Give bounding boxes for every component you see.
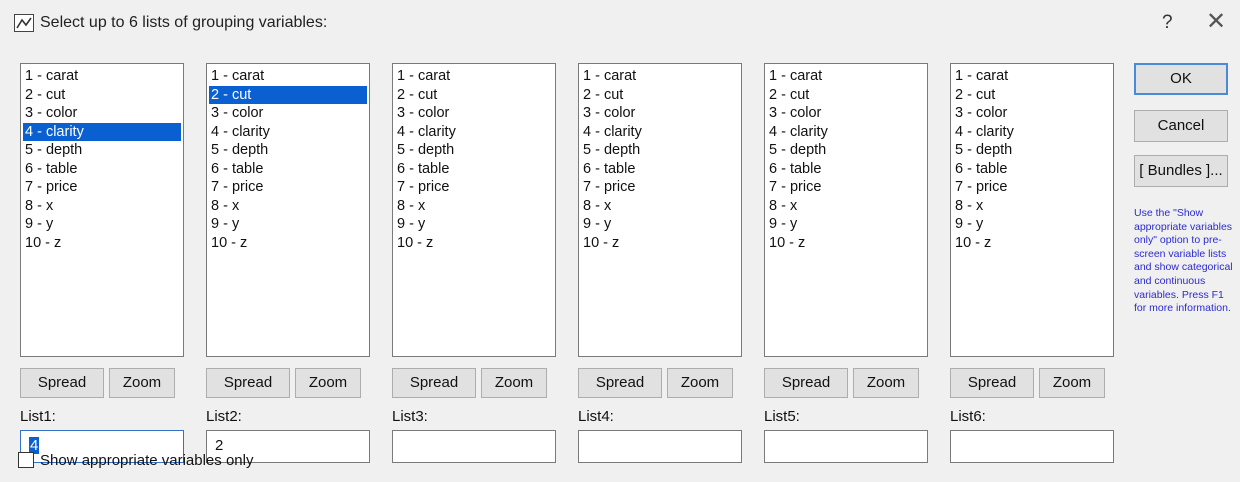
list-label-6: List6: [950,408,986,425]
zoom-button[interactable]: Zoom [481,368,547,398]
list-item[interactable]: 6 - table [23,160,181,179]
zoom-button[interactable]: Zoom [109,368,175,398]
spread-button[interactable]: Spread [206,368,290,398]
list-item[interactable]: 9 - y [209,215,367,234]
list-input-4[interactable] [578,430,742,463]
show-appropriate-label[interactable]: Show appropriate variables only [40,452,253,469]
list-item[interactable]: 9 - y [395,215,553,234]
list-item[interactable]: 6 - table [953,160,1111,179]
list-input-3[interactable] [392,430,556,463]
list-input-5[interactable] [764,430,928,463]
title-bar: Select up to 6 lists of grouping variabl… [0,0,1240,44]
chart-icon [14,14,34,32]
list-input-6[interactable] [950,430,1114,463]
list-item[interactable]: 10 - z [23,234,181,253]
list-item[interactable]: 5 - depth [209,141,367,160]
variable-listbox-4[interactable]: 1 - carat 2 - cut 3 - color 4 - clarity 5 - … [578,63,742,357]
zoom-button[interactable]: Zoom [667,368,733,398]
variable-listbox-1[interactable]: 1 - carat 2 - cut 3 - color 4 - clarity 5 - … [20,63,184,357]
variable-listbox-2[interactable]: 1 - carat 2 - cut 3 - color 4 - clarity 5 - … [206,63,370,357]
list-item[interactable]: 9 - y [581,215,739,234]
list-item[interactable]: 2 - cut [395,86,553,105]
zoom-button[interactable]: Zoom [853,368,919,398]
list-item[interactable]: 3 - color [209,104,367,123]
list-label-3: List3: [392,408,428,425]
cancel-button[interactable]: Cancel [1134,110,1228,142]
list-item[interactable]: 2 - cut [209,85,367,104]
list-item[interactable]: 5 - depth [581,141,739,160]
list-item[interactable]: 10 - z [953,234,1111,253]
list-item[interactable]: 1 - carat [953,67,1111,86]
list-item[interactable]: 3 - color [23,104,181,123]
list-item[interactable]: 8 - x [23,197,181,216]
list-item[interactable]: 3 - color [581,104,739,123]
help-note: Use the "Show appropriate variables only… [1134,207,1233,315]
list-item[interactable]: 7 - price [23,178,181,197]
close-icon[interactable]: ✕ [1206,10,1226,34]
list-item[interactable]: 5 - depth [23,141,181,160]
list-item[interactable]: 10 - z [395,234,553,253]
variable-listbox-6[interactable]: 1 - carat 2 - cut 3 - color 4 - clarity 5 - … [950,63,1114,357]
list-item[interactable]: 4 - clarity [767,123,925,142]
spread-button[interactable]: Spread [20,368,104,398]
list-item[interactable]: 9 - y [23,215,181,234]
list-item[interactable]: 1 - carat [395,67,553,86]
list-item[interactable]: 2 - cut [23,86,181,105]
zoom-button[interactable]: Zoom [1039,368,1105,398]
list-item[interactable]: 4 - clarity [395,123,553,142]
list-item[interactable]: 10 - z [209,234,367,253]
list-label-4: List4: [578,408,614,425]
list-item[interactable]: 3 - color [395,104,553,123]
bundles-button[interactable]: [ Bundles ]... [1134,155,1228,187]
list-item[interactable]: 5 - depth [953,141,1111,160]
list-item[interactable]: 7 - price [953,178,1111,197]
spread-button[interactable]: Spread [392,368,476,398]
list-item[interactable]: 8 - x [209,197,367,216]
list-item[interactable]: 1 - carat [23,67,181,86]
list-item[interactable]: 2 - cut [767,86,925,105]
list-item[interactable]: 10 - z [581,234,739,253]
list-item[interactable]: 9 - y [767,215,925,234]
list-item[interactable]: 2 - cut [953,86,1111,105]
spread-button[interactable]: Spread [950,368,1034,398]
list-item[interactable]: 4 - clarity [581,123,739,142]
list-item[interactable]: 7 - price [767,178,925,197]
list-item[interactable]: 4 - clarity [209,123,367,142]
list-item[interactable]: 6 - table [395,160,553,179]
list-item[interactable]: 8 - x [767,197,925,216]
list-item[interactable]: 8 - x [953,197,1111,216]
list-item[interactable]: 4 - clarity [23,122,181,141]
list-label-1: List1: [20,408,56,425]
list-item[interactable]: 1 - carat [767,67,925,86]
list-item[interactable]: 6 - table [581,160,739,179]
list-label-2: List2: [206,408,242,425]
list-item[interactable]: 5 - depth [395,141,553,160]
ok-button[interactable]: OK [1134,63,1228,95]
list-item[interactable]: 10 - z [767,234,925,253]
list-item[interactable]: 3 - color [767,104,925,123]
list-item[interactable]: 7 - price [209,178,367,197]
spread-button[interactable]: Spread [578,368,662,398]
dialog-title: Select up to 6 lists of grouping variabl… [40,14,328,31]
list-item[interactable]: 6 - table [767,160,925,179]
help-icon[interactable]: ? [1162,12,1173,34]
list-item[interactable]: 5 - depth [767,141,925,160]
zoom-button[interactable]: Zoom [295,368,361,398]
list-item[interactable]: 2 - cut [581,86,739,105]
show-appropriate-checkbox[interactable] [18,452,34,468]
spread-button[interactable]: Spread [764,368,848,398]
list-item[interactable]: 7 - price [581,178,739,197]
list-item[interactable]: 9 - y [953,215,1111,234]
list-item[interactable]: 1 - carat [209,67,367,86]
list-item[interactable]: 4 - clarity [953,123,1111,142]
variable-listbox-3[interactable]: 1 - carat 2 - cut 3 - color 4 - clarity 5 - … [392,63,556,357]
list-item[interactable]: 7 - price [395,178,553,197]
list-item[interactable]: 8 - x [581,197,739,216]
list-item[interactable]: 1 - carat [581,67,739,86]
list-item[interactable]: 8 - x [395,197,553,216]
list-label-5: List5: [764,408,800,425]
list-item[interactable]: 3 - color [953,104,1111,123]
variable-listbox-5[interactable]: 1 - carat 2 - cut 3 - color 4 - clarity 5 - … [764,63,928,357]
list-item[interactable]: 6 - table [209,160,367,179]
